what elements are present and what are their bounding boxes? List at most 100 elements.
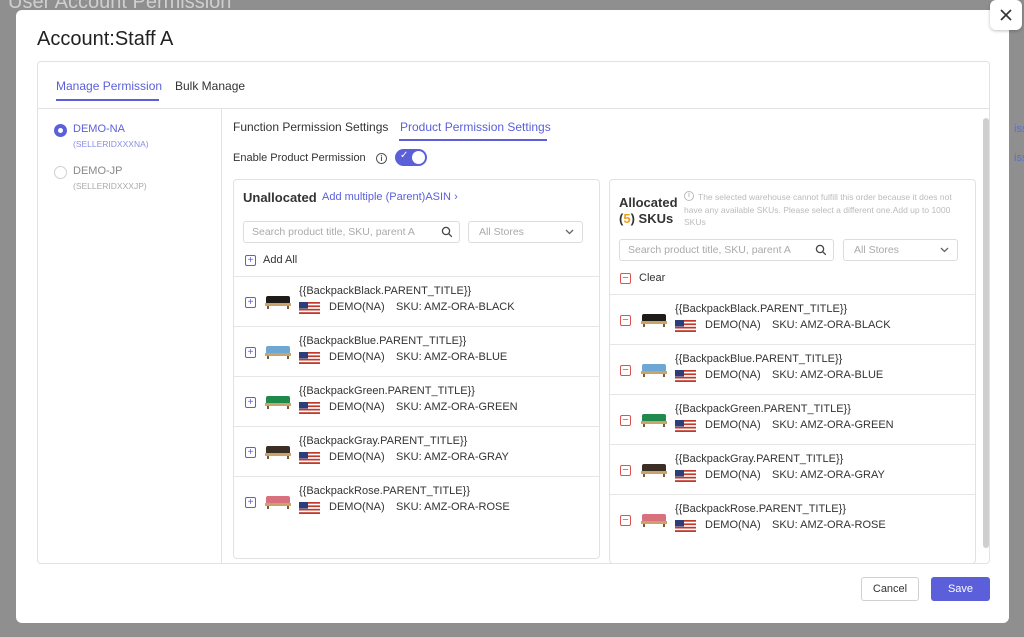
unallocated-search-input[interactable]: Search product title, SKU, parent A xyxy=(243,221,460,243)
unallocated-title: Unallocated xyxy=(243,190,317,205)
remove-product-icon[interactable]: − xyxy=(620,465,631,476)
allocated-panel: Allocated (5) SKUs i The selected wareho… xyxy=(609,179,976,564)
clear-button[interactable]: Clear xyxy=(639,272,665,284)
modal-title: Account:Staff A xyxy=(37,28,174,50)
us-flag-icon xyxy=(299,302,320,314)
product-row: − {{BackpackGray.PARENT_TITLE}} DEMO(NA)… xyxy=(610,444,975,494)
background-link: ission xyxy=(1014,123,1024,135)
clear-icon[interactable]: − xyxy=(620,273,631,284)
add-multiple-label: Add multiple (Parent)ASIN xyxy=(322,191,451,203)
product-row: + {{BackpackGreen.PARENT_TITLE}} DEMO(NA… xyxy=(234,376,599,426)
tab-manage-permission[interactable]: Manage Permission xyxy=(56,79,162,93)
check-icon: ✓ xyxy=(400,150,409,161)
product-thumbnail xyxy=(641,414,667,427)
enable-product-permission-label: Enable Product Permission xyxy=(233,152,366,164)
product-sku: SKU: AMZ-ORA-BLACK xyxy=(396,301,515,313)
product-row: − {{BackpackBlue.PARENT_TITLE}} DEMO(NA)… xyxy=(610,344,975,394)
vertical-scrollbar[interactable] xyxy=(983,118,989,548)
product-title: {{BackpackBlack.PARENT_TITLE}} xyxy=(675,303,848,315)
remove-product-icon[interactable]: − xyxy=(620,515,631,526)
product-thumbnail xyxy=(265,346,291,359)
account-name: DEMO-JP xyxy=(73,165,123,177)
tab-function-permission[interactable]: Function Permission Settings xyxy=(233,120,388,134)
add-all-icon[interactable]: + xyxy=(245,255,256,266)
product-title: {{BackpackBlue.PARENT_TITLE}} xyxy=(299,335,467,347)
product-sku: SKU: AMZ-ORA-ROSE xyxy=(772,519,886,531)
product-title: {{BackpackRose.PARENT_TITLE}} xyxy=(675,503,846,515)
active-tab-indicator xyxy=(56,99,159,101)
allocated-search-input[interactable]: Search product title, SKU, parent A xyxy=(619,239,834,261)
product-thumbnail xyxy=(265,446,291,459)
add-product-icon[interactable]: + xyxy=(245,347,256,358)
add-product-icon[interactable]: + xyxy=(245,297,256,308)
product-title: {{BackpackBlue.PARENT_TITLE}} xyxy=(675,353,843,365)
us-flag-icon xyxy=(299,352,320,364)
info-icon[interactable]: i xyxy=(376,153,387,164)
search-placeholder: Search product title, SKU, parent A xyxy=(628,244,791,256)
product-sku: SKU: AMZ-ORA-BLACK xyxy=(772,319,891,331)
product-sku: SKU: AMZ-ORA-BLUE xyxy=(396,351,508,363)
product-thumbnail xyxy=(265,296,291,309)
chevron-down-icon xyxy=(565,229,574,235)
product-store: DEMO(NA) xyxy=(329,501,385,513)
product-title: {{BackpackGray.PARENT_TITLE}} xyxy=(299,435,468,447)
product-store: DEMO(NA) xyxy=(705,519,761,531)
add-multiple-asin-link[interactable]: Add multiple (Parent)ASIN › xyxy=(322,191,458,203)
us-flag-icon xyxy=(675,420,696,432)
chevron-down-icon xyxy=(940,247,949,253)
add-product-icon[interactable]: + xyxy=(245,397,256,408)
allocated-title: Allocated xyxy=(619,195,678,210)
permission-card: Manage Permission Bulk Manage DEMO-NA (S… xyxy=(37,61,990,564)
us-flag-icon xyxy=(299,402,320,414)
close-button[interactable] xyxy=(990,0,1022,30)
product-title: {{BackpackGreen.PARENT_TITLE}} xyxy=(675,403,851,415)
unallocated-store-select[interactable]: All Stores xyxy=(468,221,583,243)
account-seller-id: (SELLERIDXXXNA) xyxy=(73,139,149,149)
allocated-notice: The selected warehouse cannot fulfill th… xyxy=(684,192,952,227)
top-tab-bar: Manage Permission Bulk Manage xyxy=(38,62,989,109)
product-thumbnail xyxy=(265,496,291,509)
product-row: + {{BackpackBlack.PARENT_TITLE}} DEMO(NA… xyxy=(234,276,599,326)
add-product-icon[interactable]: + xyxy=(245,447,256,458)
product-store: DEMO(NA) xyxy=(705,419,761,431)
toggle-knob xyxy=(412,151,425,164)
add-product-icon[interactable]: + xyxy=(245,497,256,508)
tab-bulk-manage[interactable]: Bulk Manage xyxy=(175,79,245,93)
add-all-button[interactable]: Add All xyxy=(263,254,297,266)
product-thumbnail xyxy=(641,464,667,477)
us-flag-icon xyxy=(675,520,696,532)
save-button[interactable]: Save xyxy=(931,577,990,601)
product-sku: SKU: AMZ-ORA-GREEN xyxy=(396,401,518,413)
count-suffix: ) SKUs xyxy=(630,211,674,226)
background-link: ission xyxy=(1014,152,1024,164)
product-row: − {{BackpackBlack.PARENT_TITLE}} DEMO(NA… xyxy=(610,294,975,344)
radio-unselected[interactable] xyxy=(54,166,67,179)
cancel-button[interactable]: Cancel xyxy=(861,577,919,601)
product-sku: SKU: AMZ-ORA-GRAY xyxy=(772,469,885,481)
tab-product-permission[interactable]: Product Permission Settings xyxy=(400,120,551,134)
remove-product-icon[interactable]: − xyxy=(620,415,631,426)
product-title: {{BackpackRose.PARENT_TITLE}} xyxy=(299,485,470,497)
product-store: DEMO(NA) xyxy=(705,369,761,381)
us-flag-icon xyxy=(675,370,696,382)
product-row: + {{BackpackBlue.PARENT_TITLE}} DEMO(NA)… xyxy=(234,326,599,376)
product-title: {{BackpackGray.PARENT_TITLE}} xyxy=(675,453,844,465)
remove-product-icon[interactable]: − xyxy=(620,365,631,376)
unallocated-panel: Unallocated Add multiple (Parent)ASIN › … xyxy=(233,179,600,559)
chevron-right-icon: › xyxy=(454,191,458,203)
product-thumbnail xyxy=(641,364,667,377)
remove-product-icon[interactable]: − xyxy=(620,315,631,326)
product-title: {{BackpackGreen.PARENT_TITLE}} xyxy=(299,385,475,397)
radio-selected[interactable] xyxy=(54,124,67,137)
product-sku: SKU: AMZ-ORA-ROSE xyxy=(396,501,510,513)
product-thumbnail xyxy=(641,314,667,327)
account-seller-id: (SELLERIDXXXJP) xyxy=(73,181,147,191)
product-thumbnail xyxy=(641,514,667,527)
store-select-value: All Stores xyxy=(854,244,899,256)
account-list: DEMO-NA (SELLERIDXXXNA) DEMO-JP (SELLERI… xyxy=(38,109,222,564)
product-store: DEMO(NA) xyxy=(329,401,385,413)
product-sku: SKU: AMZ-ORA-GRAY xyxy=(396,451,509,463)
allocated-count: (5) SKUs xyxy=(619,211,673,226)
allocated-store-select[interactable]: All Stores xyxy=(843,239,958,261)
enable-product-permission-toggle[interactable]: ✓ xyxy=(395,149,427,166)
